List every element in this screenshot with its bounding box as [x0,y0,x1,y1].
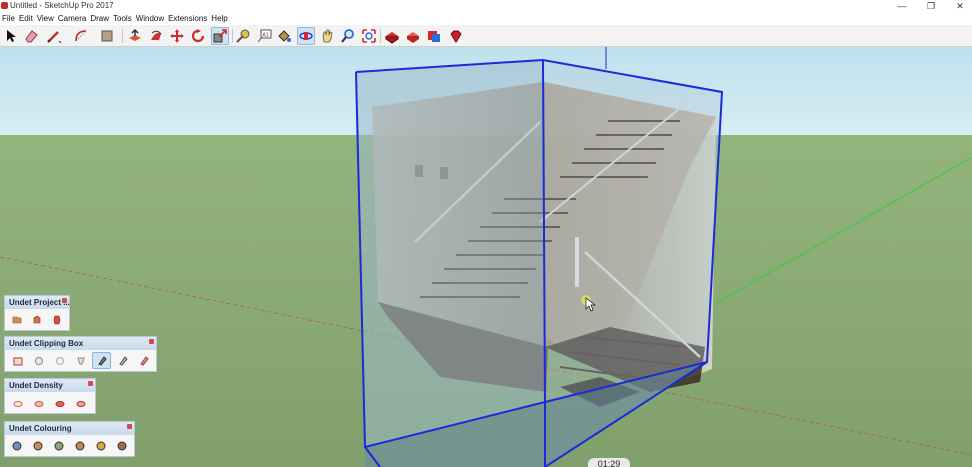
colour-intensity-icon[interactable] [29,437,48,454]
project-import-icon[interactable] [28,311,46,328]
clip-box-right-face [543,60,722,402]
menu-tools[interactable]: Tools [112,12,135,25]
undet-project-panel: Undet Project ... [4,295,70,331]
close-button[interactable]: ✕ [946,0,972,12]
clip-reset-icon[interactable] [113,352,132,369]
main-toolbar: A1 [0,25,972,47]
panel-header[interactable]: Undet Project ... [5,296,70,309]
warehouse-icon[interactable] [383,27,401,45]
project-open-icon[interactable] [8,311,26,328]
close-icon[interactable] [127,424,132,429]
scale-icon[interactable] [211,27,229,45]
move-icon[interactable] [168,27,186,45]
density-low-icon[interactable] [8,394,27,411]
menu-window[interactable]: Window [135,12,167,25]
panel-header[interactable]: Undet Clipping Box [5,337,156,350]
zoom-icon[interactable] [339,27,357,45]
clip-y-icon[interactable] [50,352,69,369]
rotate-icon[interactable] [189,27,207,45]
minimize-button[interactable]: — [888,0,916,12]
tape-measure-icon[interactable] [234,27,252,45]
panel-title: Undet Colouring [9,424,72,433]
model-viewport[interactable] [0,47,972,467]
panel-header[interactable]: Undet Density [5,379,95,392]
restore-button[interactable]: ❐ [917,0,945,12]
push-pull-icon[interactable] [126,27,144,45]
density-high-icon[interactable] [50,394,69,411]
toolbar-separator [122,29,123,43]
panel-header[interactable]: Undet Colouring [5,422,134,435]
close-icon[interactable] [62,298,67,303]
panel-title: Undet Project ... [9,298,70,307]
menu-draw[interactable]: Draw [89,12,112,25]
panel-title: Undet Density [9,381,63,390]
follow-me-icon[interactable] [147,27,165,45]
menu-extensions[interactable]: Extensions [167,12,210,25]
eraser-icon[interactable] [22,27,40,45]
colour-rgb-icon[interactable] [8,437,27,454]
toolbar-separator [380,29,381,43]
menu-edit[interactable]: Edit [18,12,36,25]
orbit-icon[interactable] [297,27,315,45]
panel-title: Undet Clipping Box [9,339,84,348]
clip-active-icon[interactable] [92,352,111,369]
colour-normal-icon[interactable] [70,437,89,454]
undet-clipping-box-panel: Undet Clipping Box [4,336,157,372]
window-title: Untitled - SketchUp Pro 2017 [10,1,114,10]
colour-class-icon[interactable] [91,437,110,454]
rectangle-icon[interactable] [98,27,116,45]
clip-x-icon[interactable] [29,352,48,369]
select-arrow-icon[interactable] [2,27,20,45]
layout-icon[interactable] [425,27,443,45]
menu-help[interactable]: Help [210,12,230,25]
project-settings-icon[interactable] [48,311,66,328]
extension-warehouse-icon[interactable] [404,27,422,45]
close-icon[interactable] [88,381,93,386]
pencil-line-icon[interactable] [45,27,63,45]
menu-bar: File Edit View Camera Draw Tools Window … [0,12,972,25]
undet-density-panel: Undet Density [4,378,96,414]
menu-view[interactable]: View [36,12,57,25]
svg-text:A1: A1 [263,33,269,39]
clip-box-icon[interactable] [8,352,27,369]
density-medium-icon[interactable] [29,394,48,411]
menu-camera[interactable]: Camera [57,12,89,25]
zoom-extents-icon[interactable] [360,27,378,45]
colour-elevation-icon[interactable] [50,437,69,454]
clip-z-icon[interactable] [71,352,90,369]
sketchup-logo-icon [1,2,8,9]
video-timecode: 01:29 [588,458,630,467]
clip-delete-icon[interactable] [134,352,153,369]
title-bar: Untitled - SketchUp Pro 2017 — ❐ ✕ [0,0,972,12]
clip-box-left-face [356,60,545,447]
arc-icon[interactable] [72,27,90,45]
toolbar-separator [232,29,233,43]
menu-file[interactable]: File [1,12,18,25]
text-icon[interactable]: A1 [255,27,273,45]
colour-custom-icon[interactable] [112,437,131,454]
close-icon[interactable] [149,339,154,344]
density-max-icon[interactable] [71,394,90,411]
pan-icon[interactable] [318,27,336,45]
undet-colouring-panel: Undet Colouring [4,421,135,457]
paint-bucket-icon[interactable] [275,27,293,45]
ruby-icon[interactable] [447,27,465,45]
scene-canvas [0,47,972,467]
